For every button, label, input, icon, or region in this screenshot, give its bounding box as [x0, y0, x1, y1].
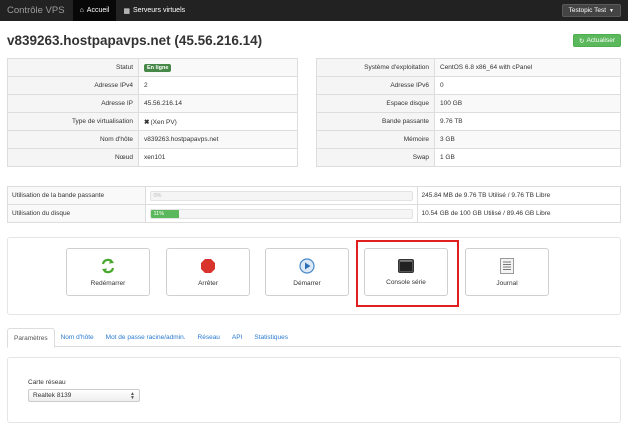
info-value: 0 [434, 76, 621, 95]
user-name: Testopic Test [568, 7, 607, 14]
tab-hostname[interactable]: Nom d'hôte [55, 328, 100, 347]
table-row: Statut En ligne [7, 58, 298, 77]
info-key: Nœud [7, 148, 139, 167]
log-label: Journal [496, 279, 518, 287]
status-badge: En ligne [144, 63, 172, 72]
table-row: Adresse IP 45.56.216.14 [7, 94, 298, 113]
tab-statistics[interactable]: Statistiques [248, 328, 294, 347]
user-menu-button[interactable]: Testopic Test ▼ [561, 4, 621, 17]
usage-bar-cell: 0% [144, 186, 418, 205]
table-row: Adresse IPv6 0 [316, 76, 621, 95]
info-value: En ligne [138, 58, 298, 77]
usage-bar-cell: 11% [144, 204, 418, 223]
grid-icon: ▦ [123, 7, 130, 15]
play-icon [299, 257, 315, 274]
info-table-left: Statut En ligne Adresse IPv4 2 Adresse I… [7, 58, 298, 167]
tab-parameters[interactable]: Paramètres [7, 328, 55, 348]
info-key: Adresse IPv6 [316, 76, 435, 95]
info-value: 9.76 TB [434, 112, 621, 131]
virtualization-type: (Xen PV) [150, 118, 177, 126]
table-row: Nœud xen101 [7, 148, 298, 167]
start-button[interactable]: Démarrer [265, 248, 349, 296]
info-value: ✖(Xen PV) [138, 112, 298, 131]
disk-percent: 11% [153, 210, 165, 217]
refresh-button[interactable]: ↻ Actualiser [573, 34, 621, 47]
usage-table: Utilisation de la bande passante 0% 245.… [7, 186, 621, 223]
info-value: 100 GB [434, 94, 621, 113]
settings-tabs: Paramètres Nom d'hôte Mot de passe racin… [7, 328, 621, 348]
info-key: Nom d'hôte [7, 130, 139, 149]
info-value: 3 GB [434, 130, 621, 149]
table-row: Adresse IPv4 2 [7, 76, 298, 95]
caret-down-icon: ▼ [609, 7, 614, 14]
info-key: Espace disque [316, 94, 435, 113]
network-card-select[interactable]: Realtek 8139 ▲ ▼ [28, 389, 140, 402]
table-row: Bande passante 9.76 TB [316, 112, 621, 131]
usage-label: Utilisation de la bande passante [7, 186, 146, 205]
restart-icon [101, 258, 115, 273]
network-card-label: Carte réseau [28, 379, 66, 386]
disk-progress-bar: 11% [149, 208, 413, 219]
info-value: CentOS 6.8 x86_64 with cPanel [434, 58, 621, 77]
highlight-annotation [356, 240, 459, 307]
table-row: Espace disque 100 GB [316, 94, 621, 113]
usage-detail: 245.84 MB de 9.76 TB Utilisé / 9.76 TB L… [416, 186, 621, 205]
info-key: Type de virtualisation [7, 112, 139, 131]
restart-label: Redémarrer [90, 279, 126, 287]
bandwidth-percent: 0% [153, 192, 162, 199]
info-table-right: Système d'exploitation CentOS 6.8 x86_64… [316, 58, 621, 167]
info-value: v839263.hostpapavps.net [138, 130, 298, 149]
refresh-label: Actualiser [586, 37, 615, 44]
page-title: v839263.hostpapavps.net (45.56.216.14) [7, 33, 263, 48]
table-row: Utilisation du disque 11% 10.54 GB de 10… [7, 204, 621, 223]
log-icon [500, 257, 514, 274]
info-key: Système d'exploitation [316, 58, 435, 77]
table-row: Type de virtualisation ✖(Xen PV) [7, 112, 298, 131]
info-key: Mémoire [316, 130, 435, 149]
info-key: Statut [7, 58, 139, 77]
nav-link-home[interactable]: ⌂ Accueil [72, 0, 117, 21]
top-navbar: Contrôle VPS ⌂ Accueil ▦ Serveurs virtue… [0, 0, 628, 21]
brand-logo[interactable]: Contrôle VPS [0, 5, 73, 16]
nav-link-home-label: Accueil [86, 7, 110, 14]
xen-icon: ✖ [144, 118, 150, 126]
nav-link-virtual-servers[interactable]: ▦ Serveurs virtuels [116, 0, 192, 21]
info-value: 2 [138, 76, 298, 95]
home-icon: ⌂ [79, 7, 84, 14]
stop-button[interactable]: Arrêter [166, 248, 250, 296]
table-row: Utilisation de la bande passante 0% 245.… [7, 186, 621, 205]
usage-detail: 10.54 GB de 100 GB Utilisé / 89.46 GB Li… [416, 204, 621, 223]
restart-button[interactable]: Redémarrer [66, 248, 150, 296]
tab-root-password[interactable]: Mot de passe racine/admin. [100, 328, 192, 347]
bandwidth-progress-bar: 0% [149, 190, 413, 201]
tab-api[interactable]: API [226, 328, 248, 347]
tab-network[interactable]: Réseau [192, 328, 226, 347]
stop-icon [201, 258, 215, 273]
table-row: Swap 1 GB [316, 148, 621, 167]
refresh-icon: ↻ [579, 37, 585, 45]
info-value: xen101 [138, 148, 298, 167]
info-value: 1 GB [434, 148, 621, 167]
usage-label: Utilisation du disque [7, 204, 146, 223]
stop-label: Arrêter [198, 279, 218, 287]
info-key: Bande passante [316, 112, 435, 131]
network-card-value: Realtek 8139 [33, 392, 72, 399]
select-arrows-icon: ▲ ▼ [130, 390, 135, 401]
table-row: Mémoire 3 GB [316, 130, 621, 149]
info-value: 45.56.216.14 [138, 94, 298, 113]
info-key: Swap [316, 148, 435, 167]
info-key: Adresse IPv4 [7, 76, 139, 95]
start-label: Démarrer [293, 279, 321, 287]
table-row: Système d'exploitation CentOS 6.8 x86_64… [316, 58, 621, 77]
nav-link-virtual-servers-label: Serveurs virtuels [133, 7, 186, 14]
table-row: Nom d'hôte v839263.hostpapavps.net [7, 130, 298, 149]
info-key: Adresse IP [7, 94, 139, 113]
log-button[interactable]: Journal [465, 248, 549, 296]
